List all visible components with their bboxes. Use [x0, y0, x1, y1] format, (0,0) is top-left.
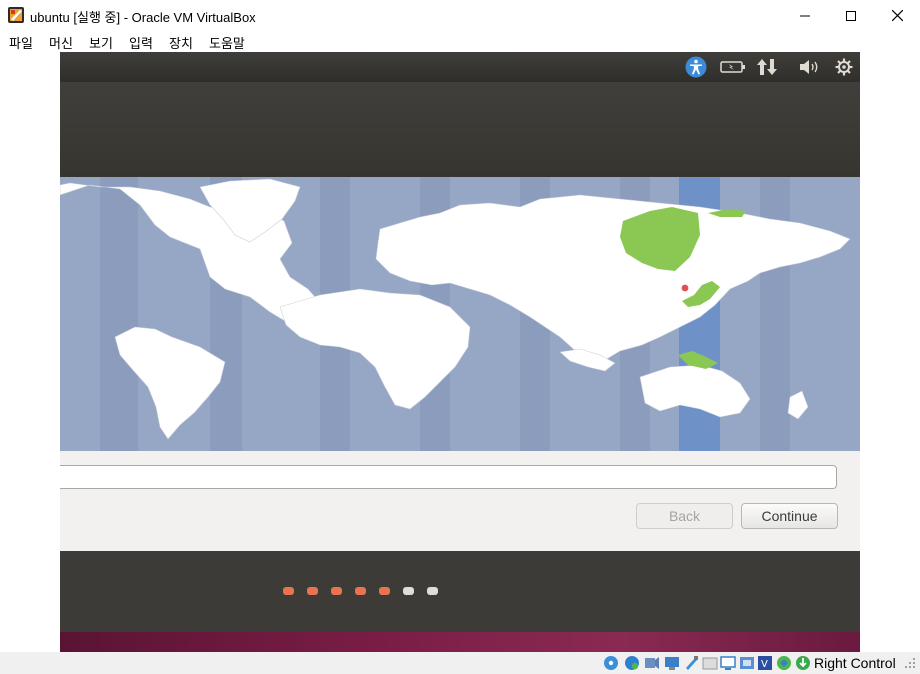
timezone-search-input[interactable] [60, 465, 837, 489]
close-icon [891, 10, 903, 21]
network-indicator[interactable] [756, 56, 778, 78]
continue-button[interactable]: Continue [741, 503, 838, 529]
virtualbox-app-icon [8, 7, 24, 23]
window-title: ubuntu [실행 중] - Oracle VM VirtualBox [30, 10, 256, 25]
timezone-form: Back Continue [60, 451, 860, 551]
hard-disk-icon[interactable] [624, 655, 640, 671]
world-map-image[interactable] [60, 177, 860, 451]
settings-gear-icon [835, 58, 853, 76]
window-title-bar[interactable]: ubuntu [실행 중] - Oracle VM VirtualBox [0, 0, 920, 31]
progress-step-dot [283, 587, 294, 595]
display-icon[interactable] [720, 655, 736, 671]
accessibility-icon [685, 56, 707, 78]
optical-disk-icon[interactable] [603, 655, 619, 671]
progress-step-dot [331, 587, 342, 595]
vm-margin-left [0, 52, 60, 652]
maximize-icon [846, 10, 856, 21]
virtualization-icon[interactable] [776, 655, 792, 671]
progress-step-dot [403, 587, 414, 595]
timezone-map[interactable] [60, 177, 860, 451]
menu-file[interactable]: 파일 [9, 33, 33, 52]
menu-devices[interactable]: 장치 [169, 33, 193, 52]
svg-text:V: V [761, 659, 768, 670]
shared-folder-icon[interactable] [702, 655, 718, 671]
network-adapter-icon[interactable] [664, 655, 680, 671]
guest-display[interactable]: Back Continue [60, 52, 860, 652]
close-button[interactable] [874, 0, 920, 31]
vm-status-bar: V Right Control [0, 652, 920, 674]
menu-view[interactable]: 보기 [89, 33, 113, 52]
volume-indicator[interactable] [798, 56, 822, 78]
menu-input[interactable]: 입력 [129, 33, 153, 52]
installer-header [60, 82, 860, 177]
progress-step-dot [355, 587, 366, 595]
network-icon [757, 59, 777, 75]
recording-icon[interactable] [739, 655, 755, 671]
menu-help[interactable]: 도움말 [209, 33, 245, 52]
progress-step-dot [379, 587, 390, 595]
menu-bar: 파일 머신 보기 입력 장치 도움말 [0, 31, 920, 52]
volume-icon [800, 60, 818, 74]
session-indicator[interactable] [834, 56, 854, 78]
host-key-label[interactable]: Right Control [814, 655, 896, 671]
maximize-button[interactable] [828, 0, 874, 31]
progress-step-dot [307, 587, 318, 595]
minimize-button[interactable] [782, 0, 828, 31]
vm-margin-right [860, 52, 920, 652]
battery-indicator[interactable] [720, 56, 746, 78]
back-button[interactable]: Back [636, 503, 733, 529]
menu-machine[interactable]: 머신 [49, 33, 73, 52]
desktop-background [60, 632, 860, 652]
cpu-icon[interactable]: V [757, 655, 773, 671]
progress-step-dot [427, 587, 438, 595]
resize-grip-icon[interactable] [904, 657, 916, 669]
accessibility-indicator[interactable] [685, 56, 707, 78]
progress-steps [283, 587, 438, 597]
usb-icon[interactable] [683, 655, 699, 671]
battery-icon [720, 61, 745, 73]
guest-top-panel [60, 52, 860, 82]
mouse-integration-icon[interactable] [795, 655, 811, 671]
minimize-icon [800, 15, 810, 16]
selected-location-pin [680, 283, 690, 293]
audio-icon[interactable] [644, 655, 660, 671]
installer-footer [60, 551, 860, 632]
